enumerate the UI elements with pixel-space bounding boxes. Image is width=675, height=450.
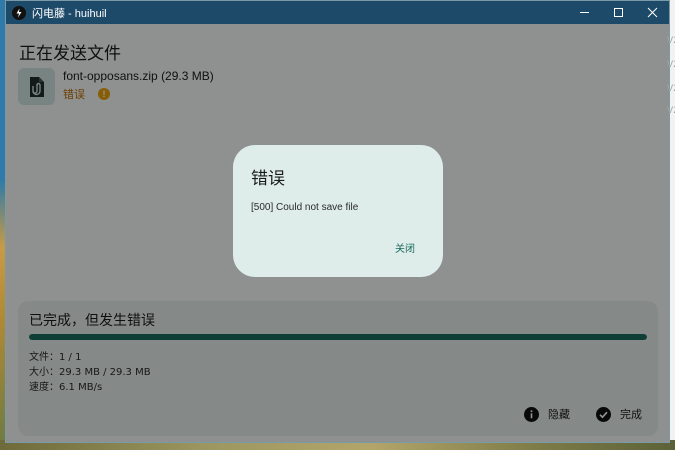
dialog-close-button[interactable]: 关闭	[395, 240, 415, 255]
dialog-message: [500] Could not save file	[251, 202, 359, 213]
app-window: 闪电藤 - huihuil 正在发送文件 font-opposans.zip (…	[5, 0, 670, 443]
close-window-button[interactable]	[635, 1, 669, 24]
window-controls	[567, 1, 669, 24]
dialog-title: 错误	[251, 169, 285, 189]
minimize-icon	[579, 12, 589, 13]
minimize-button[interactable]	[567, 1, 601, 24]
error-dialog: 错误 [500] Could not save file 关闭	[233, 145, 443, 277]
maximize-button[interactable]	[601, 1, 635, 24]
maximize-icon	[613, 8, 623, 17]
window-title: 闪电藤 - huihuil	[32, 7, 107, 20]
app-icon	[12, 5, 26, 20]
close-icon	[647, 7, 657, 18]
title-bar: 闪电藤 - huihuil	[6, 1, 669, 24]
